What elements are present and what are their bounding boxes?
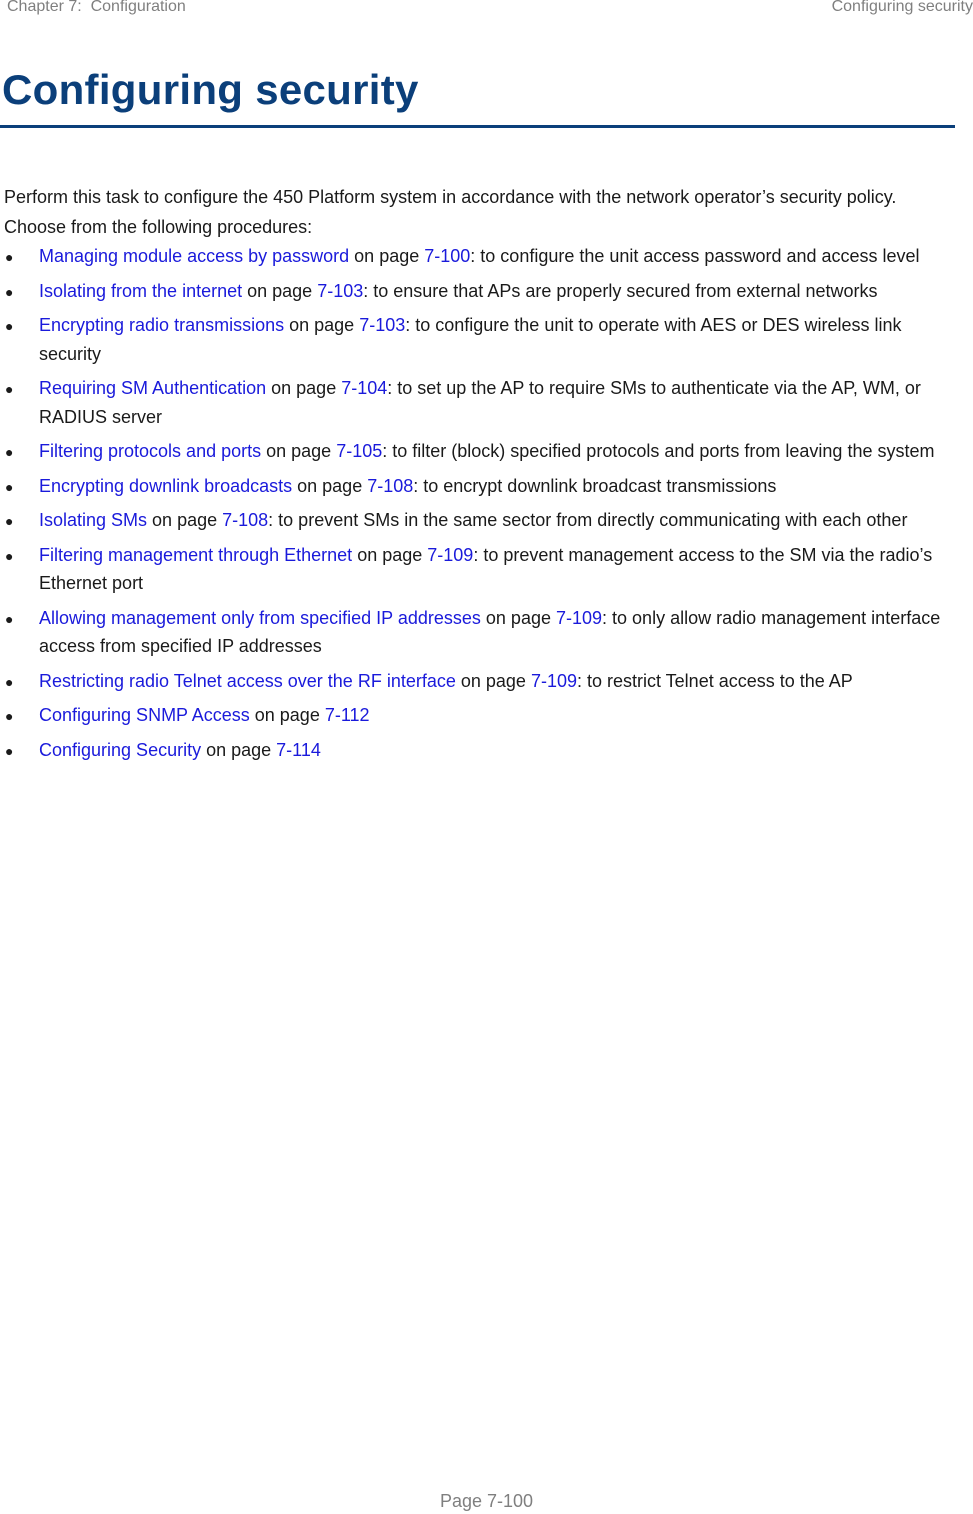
procedure-item: ● Allowing management only from specified…	[0, 604, 960, 661]
on-page-text: on page	[249, 705, 325, 725]
bullet-icon: ●	[5, 478, 14, 495]
bullet-icon: ●	[5, 610, 14, 627]
running-header-chapter: Chapter 7: Configuration	[7, 0, 186, 15]
page-reference-link[interactable]: 7-104	[341, 378, 387, 398]
page-number: Page 7-100	[439, 1491, 534, 1511]
running-header-section: Configuring security	[831, 0, 973, 15]
bullet-icon: ●	[5, 318, 14, 334]
procedure-description: : to ensure that APs are properly secure…	[363, 280, 878, 301]
on-page-text: on page	[292, 475, 368, 496]
bullet-icon: ●	[5, 547, 14, 564]
procedure-link[interactable]: Managing module access by password	[39, 246, 349, 266]
on-page-text: on page	[480, 607, 556, 628]
bullet-icon: ●	[5, 673, 14, 690]
procedure-item: ● Restricting radio Telnet access over th…	[0, 667, 960, 696]
on-page-text: on page	[242, 280, 318, 301]
procedure-link[interactable]: Encrypting radio transmissions	[39, 315, 284, 335]
page-reference-link[interactable]: 7-109	[531, 671, 577, 691]
procedure-item: ● Encrypting downlink broadcasts on page …	[0, 472, 960, 501]
page-reference-link[interactable]: 7-112	[325, 705, 370, 725]
bullet-icon: ●	[5, 444, 14, 460]
procedure-link[interactable]: Requiring SM Authentication	[39, 378, 266, 398]
on-page-text: on page	[455, 670, 531, 691]
bullet-icon: ●	[5, 708, 14, 724]
title-divider	[0, 125, 955, 128]
procedure-description: : to restrict Telnet access to the AP	[576, 670, 853, 691]
procedure-link[interactable]: Encrypting downlink broadcasts	[39, 476, 292, 496]
procedure-description: : to filter (block) specified protocols …	[382, 441, 935, 461]
page-title: Configuring security	[2, 66, 419, 113]
procedure-link[interactable]: Configuring Security	[39, 740, 201, 760]
bullet-icon: ●	[5, 381, 14, 397]
page-reference-link[interactable]: 7-109	[427, 545, 473, 565]
procedure-item: ● Isolating from the internet on page 7-1…	[0, 277, 960, 306]
procedure-description: : to prevent SMs in the same sector from…	[268, 510, 908, 530]
procedure-item: ● Encrypting radio transmissions on page …	[0, 311, 960, 368]
on-page-text: on page	[201, 739, 277, 760]
procedure-item: ● Isolating SMs on page 7-108: to prevent…	[0, 506, 960, 535]
procedure-link[interactable]: Allowing management only from specified …	[39, 608, 481, 628]
on-page-text: on page	[147, 510, 223, 530]
bullet-icon: ●	[5, 742, 14, 759]
procedure-link[interactable]: Isolating from the internet	[39, 281, 242, 301]
on-page-text: on page	[349, 246, 425, 266]
bullet-icon: ●	[5, 249, 14, 265]
page-reference-link[interactable]: 7-103	[317, 281, 363, 301]
procedure-link[interactable]: Filtering management through Ethernet	[39, 545, 352, 565]
on-page-text: on page	[266, 378, 342, 398]
procedure-link[interactable]: Configuring SNMP Access	[39, 705, 250, 725]
procedure-item: ● Filtering management through Ethernet o…	[0, 541, 960, 598]
procedure-item: ● Configuring Security on page 7-114	[0, 736, 960, 765]
on-page-text: on page	[261, 441, 337, 461]
procedure-link[interactable]: Restricting radio Telnet access over the…	[39, 671, 456, 691]
page-reference-link[interactable]: 7-105	[336, 441, 382, 461]
on-page-text: on page	[352, 544, 428, 565]
page-reference-link[interactable]: 7-114	[276, 740, 321, 760]
bullet-icon: ●	[5, 283, 14, 300]
intro-paragraph: Perform this task to configure the 450 P…	[4, 187, 897, 237]
page-reference-link[interactable]: 7-100	[424, 246, 470, 266]
procedure-description: : to encrypt downlink broadcast transmis…	[413, 475, 777, 496]
page-reference-link[interactable]: 7-103	[359, 315, 405, 335]
procedure-item: ● Requiring SM Authentication on page 7-1…	[0, 374, 960, 431]
procedure-link[interactable]: Filtering protocols and ports	[39, 441, 261, 461]
procedure-item: ● Configuring SNMP Access on page 7-112	[0, 701, 960, 730]
page-reference-link[interactable]: 7-108	[222, 510, 268, 530]
on-page-text: on page	[284, 315, 360, 335]
bullet-icon: ●	[5, 513, 14, 529]
procedure-item: ● Filtering protocols and ports on page 7…	[0, 437, 960, 466]
page-reference-link[interactable]: 7-108	[367, 476, 413, 496]
procedure-link[interactable]: Isolating SMs	[39, 510, 147, 530]
procedure-list: ● Managing module access by password on p…	[0, 242, 960, 770]
procedure-item: ● Managing module access by password on p…	[0, 242, 960, 271]
procedure-description: : to configure the unit access password …	[470, 246, 920, 266]
page-reference-link[interactable]: 7-109	[556, 608, 602, 628]
